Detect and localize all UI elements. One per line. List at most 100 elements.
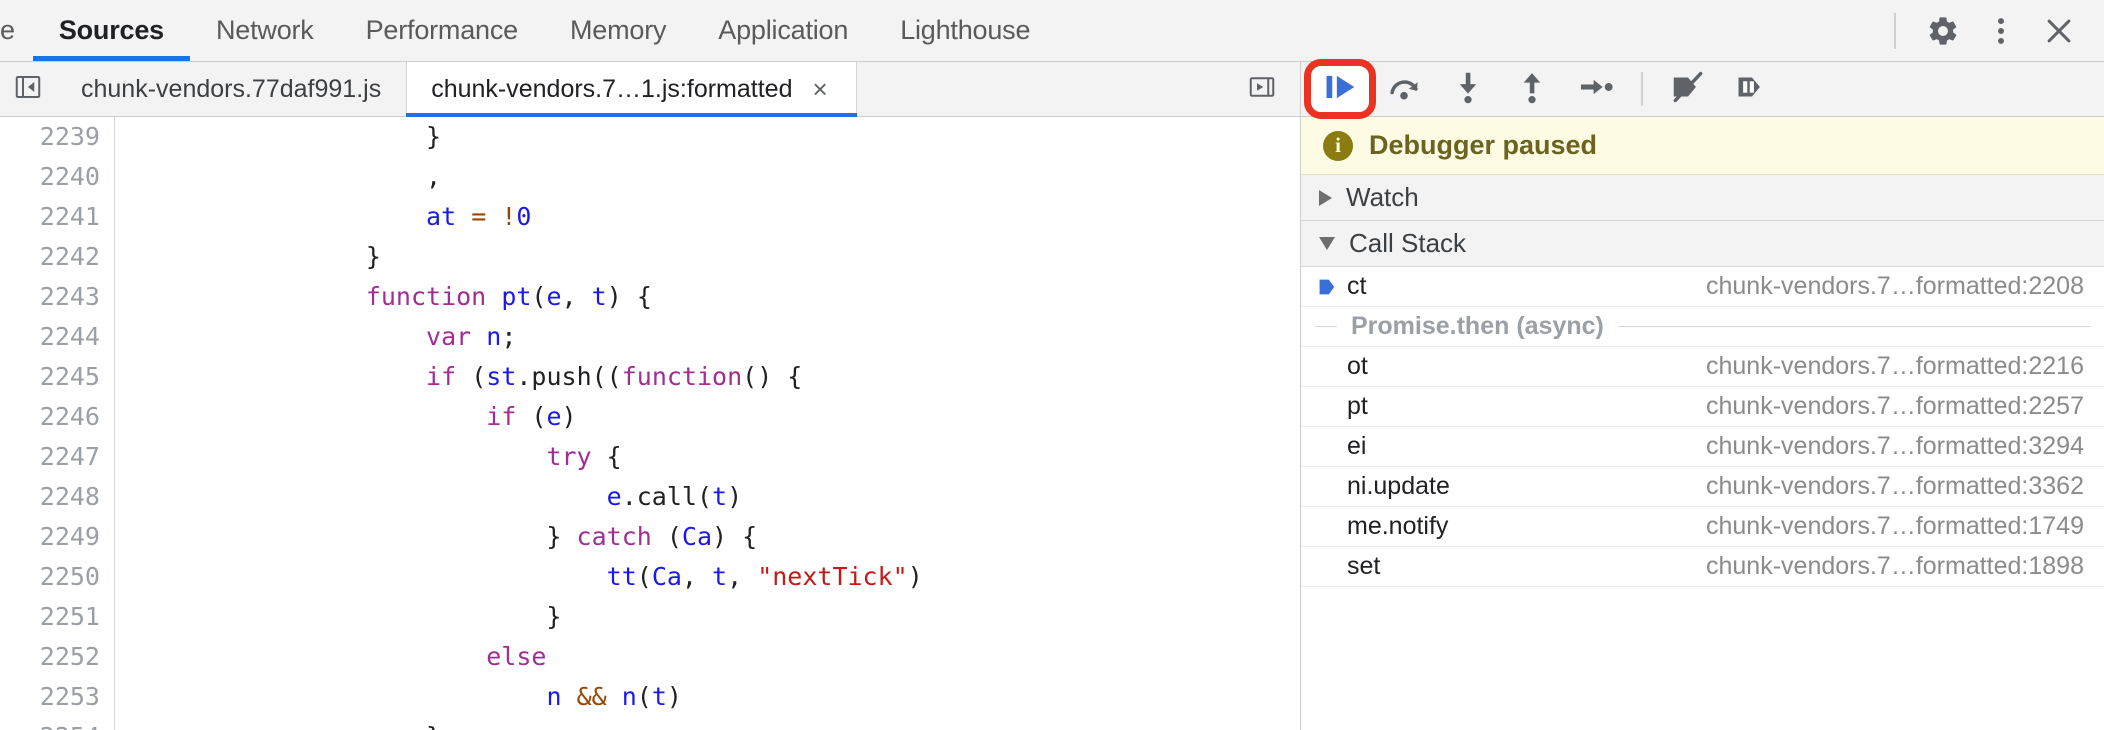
code-line[interactable]: 2246 if (e): [0, 397, 1300, 437]
code-line[interactable]: 2254 }: [0, 717, 1300, 730]
close-devtools-button[interactable]: [2032, 4, 2086, 58]
code-line-text: }: [115, 117, 1300, 157]
panel-tab-memory[interactable]: Memory: [544, 0, 692, 61]
line-number[interactable]: 2254: [0, 717, 115, 730]
call-stack-location[interactable]: chunk-vendors.7…formatted:3294: [1706, 432, 2104, 461]
code-line[interactable]: 2247 try {: [0, 437, 1300, 477]
call-stack-row[interactable]: ot chunk-vendors.7…formatted:2216: [1301, 347, 2104, 387]
deactivate-breakpoints-icon: [1669, 68, 1707, 111]
code-line-text: var n;: [115, 317, 1300, 357]
file-tab[interactable]: chunk-vendors.7…1.js:formatted ×: [406, 62, 858, 117]
settings-button[interactable]: [1916, 4, 1970, 58]
line-number[interactable]: 2241: [0, 197, 115, 237]
step-over-button[interactable]: [1373, 64, 1435, 114]
call-stack-location[interactable]: chunk-vendors.7…formatted:1749: [1706, 512, 2104, 541]
code-token: t: [591, 282, 607, 311]
call-stack-row[interactable]: ct chunk-vendors.7…formatted:2208: [1301, 267, 2104, 307]
resume-script-execution-button[interactable]: [1304, 59, 1376, 119]
panel-tab-performance[interactable]: Performance: [340, 0, 544, 61]
debugger-paused-banner: i Debugger paused: [1301, 117, 2104, 175]
watch-section-header[interactable]: Watch: [1301, 175, 2104, 221]
line-number[interactable]: 2253: [0, 677, 115, 717]
devtools-panel-tabbar: e Sources Network Performance Memory Applicat…: [0, 0, 2104, 62]
panel-tab-sources[interactable]: Sources: [32, 0, 191, 61]
call-stack-row[interactable]: ni.update chunk-vendors.7…formatted:3362: [1301, 467, 2104, 507]
code-line[interactable]: 2244 var n;: [0, 317, 1300, 357]
line-number[interactable]: 2246: [0, 397, 115, 437]
code-token: .push((: [516, 362, 622, 391]
line-number[interactable]: 2251: [0, 597, 115, 637]
call-stack-function-name: ni.update: [1347, 472, 1450, 500]
code-line[interactable]: 2250 tt(Ca, t, "nextTick"): [0, 557, 1300, 597]
call-stack-location[interactable]: chunk-vendors.7…formatted:1898: [1706, 552, 2104, 581]
pause-on-exceptions-icon: [1733, 68, 1771, 111]
panel-tab-e[interactable]: e: [0, 0, 33, 61]
code-line[interactable]: 2245 if (st.push((function() {: [0, 357, 1300, 397]
source-code-viewer[interactable]: 2239 } 2240 , 2241 at = !0 2242 } 2243 funct…: [0, 117, 1300, 730]
line-number[interactable]: 2243: [0, 277, 115, 317]
code-line[interactable]: 2239 }: [0, 117, 1300, 157]
code-line[interactable]: 2241 at = !0: [0, 197, 1300, 237]
line-number[interactable]: 2247: [0, 437, 115, 477]
code-line[interactable]: 2240 ,: [0, 157, 1300, 197]
call-stack-location[interactable]: chunk-vendors.7…formatted:2257: [1706, 392, 2104, 421]
code-line[interactable]: 2253 n && n(t): [0, 677, 1300, 717]
watch-section-label: Watch: [1346, 182, 1419, 212]
line-number[interactable]: 2245: [0, 357, 115, 397]
call-stack-location[interactable]: chunk-vendors.7…formatted:2216: [1706, 352, 2104, 381]
line-number[interactable]: 2252: [0, 637, 115, 677]
code-token: &&: [576, 682, 607, 711]
code-token: catch: [576, 522, 652, 551]
info-icon: i: [1323, 130, 1353, 161]
step-into-button[interactable]: [1437, 64, 1499, 114]
step-button[interactable]: [1565, 64, 1627, 114]
more-tabs-button[interactable]: [1234, 72, 1290, 107]
call-stack-section-header[interactable]: Call Stack: [1301, 221, 2104, 267]
code-line[interactable]: 2249 } catch (Ca) {: [0, 517, 1300, 557]
close-icon[interactable]: ×: [808, 74, 831, 104]
code-token: ): [561, 402, 577, 431]
call-stack-row[interactable]: set chunk-vendors.7…formatted:1898: [1301, 547, 2104, 587]
call-stack-location[interactable]: chunk-vendors.7…formatted:2208: [1706, 272, 2104, 301]
line-number[interactable]: 2242: [0, 237, 115, 277]
more-options-button[interactable]: [1974, 4, 2028, 58]
code-line[interactable]: 2251 }: [0, 597, 1300, 637]
code-line-text: }: [115, 597, 1300, 637]
code-line[interactable]: 2252 else: [0, 637, 1300, 677]
line-number[interactable]: 2244: [0, 317, 115, 357]
line-number[interactable]: 2240: [0, 157, 115, 197]
step-out-button[interactable]: [1501, 64, 1563, 114]
panel-tab-network[interactable]: Network: [190, 0, 340, 61]
pause-on-exceptions-button[interactable]: [1721, 64, 1783, 114]
code-token: {: [591, 442, 622, 471]
line-number[interactable]: 2250: [0, 557, 115, 597]
call-stack-row[interactable]: ei chunk-vendors.7…formatted:3294: [1301, 427, 2104, 467]
panel-tab-lighthouse[interactable]: Lighthouse: [874, 0, 1056, 61]
call-stack-location[interactable]: chunk-vendors.7…formatted:3362: [1706, 472, 2104, 501]
deactivate-breakpoints-button[interactable]: [1657, 64, 1719, 114]
call-stack-row[interactable]: pt chunk-vendors.7…formatted:2257: [1301, 387, 2104, 427]
code-line[interactable]: 2243 function pt(e, t) {: [0, 277, 1300, 317]
panel-tab-application[interactable]: Application: [692, 0, 874, 61]
call-stack-section-label: Call Stack: [1349, 228, 1467, 258]
code-token: t: [651, 682, 667, 711]
line-number[interactable]: 2239: [0, 117, 115, 157]
code-token: ) {: [712, 522, 758, 551]
code-line[interactable]: 2242 }: [0, 237, 1300, 277]
line-number[interactable]: 2249: [0, 517, 115, 557]
code-token: Ca: [681, 522, 713, 551]
code-token: "nextTick": [757, 562, 908, 591]
show-navigator-button[interactable]: [0, 62, 56, 116]
call-stack-function-name: ct: [1347, 272, 1367, 300]
file-tab[interactable]: chunk-vendors.77daf991.js: [56, 62, 406, 116]
line-number[interactable]: 2248: [0, 477, 115, 517]
code-line[interactable]: 2248 e.call(t): [0, 477, 1300, 517]
code-token: }: [125, 722, 441, 730]
code-token: (: [651, 522, 682, 551]
call-stack-row[interactable]: me.notify chunk-vendors.7…formatted:1749: [1301, 507, 2104, 547]
